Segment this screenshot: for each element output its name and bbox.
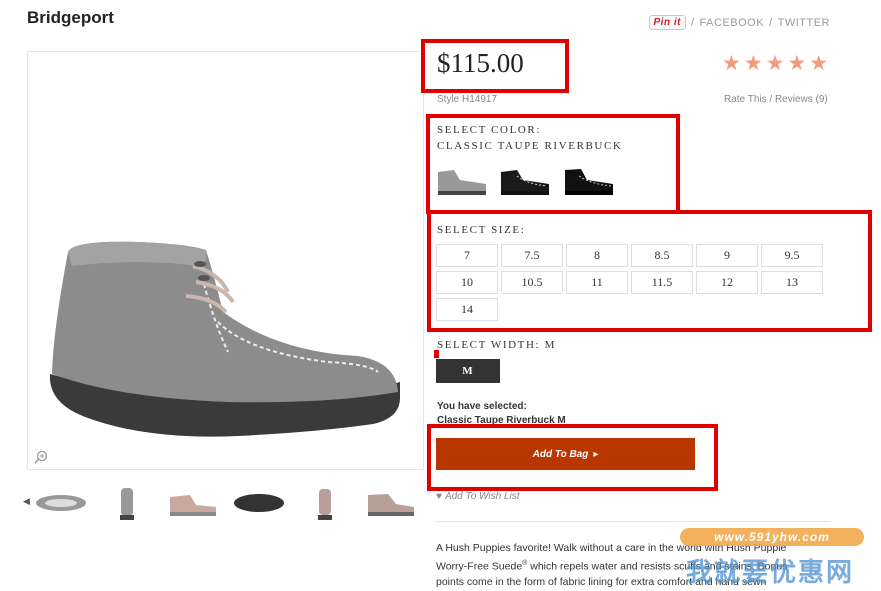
highlight-box-color bbox=[426, 114, 680, 214]
reviews-link[interactable]: Rate This / Reviews (9) bbox=[724, 94, 828, 105]
width-label-text: SELECT WIDTH: bbox=[437, 339, 541, 351]
facebook-link[interactable]: FACEBOOK bbox=[700, 17, 765, 29]
style-number: Style H14917 bbox=[437, 94, 498, 105]
share-separator: / bbox=[769, 16, 773, 29]
watermark-url: www.591yhw.com bbox=[680, 528, 864, 546]
product-title: Bridgeport bbox=[27, 8, 114, 27]
twitter-link[interactable]: TWITTER bbox=[778, 17, 830, 29]
thumbnail-inner-side[interactable] bbox=[361, 483, 421, 523]
width-selected-value: M bbox=[544, 339, 556, 351]
rating-stars[interactable]: ★★★★★ bbox=[722, 51, 831, 76]
pinterest-button[interactable]: Pin it bbox=[648, 15, 686, 30]
thumbnail-front[interactable] bbox=[97, 483, 157, 523]
thumbnail-back[interactable] bbox=[295, 483, 355, 523]
select-width-label: SELECT WIDTH: M bbox=[437, 339, 556, 351]
divider bbox=[436, 521, 831, 522]
share-bar: Pin it / FACEBOOK / TWITTER bbox=[648, 15, 831, 30]
thumbnail-sole[interactable] bbox=[229, 483, 289, 523]
main-product-image[interactable] bbox=[27, 51, 424, 470]
wishlist-label: Add To Wish List bbox=[444, 491, 520, 502]
selection-label: You have selected: bbox=[437, 401, 527, 412]
thumbnail-top[interactable] bbox=[31, 483, 91, 523]
highlight-box-bag bbox=[427, 424, 718, 491]
zoom-icon[interactable] bbox=[34, 450, 48, 464]
highlight-box-price bbox=[421, 39, 569, 93]
thumbnail-strip: ◀ bbox=[23, 483, 423, 523]
share-separator: / bbox=[690, 16, 695, 29]
heart-icon: ♥ bbox=[436, 491, 442, 502]
width-option-m[interactable]: M bbox=[436, 359, 500, 383]
watermark-text: 我就要优惠网 bbox=[686, 557, 855, 587]
width-marker bbox=[434, 350, 439, 358]
shoe-image bbox=[49, 241, 401, 437]
wishlist-link[interactable]: ♥ Add To Wish List bbox=[436, 491, 520, 502]
chevron-left-icon[interactable]: ◀ bbox=[23, 496, 30, 507]
highlight-box-size bbox=[427, 210, 872, 332]
thumbnail-side[interactable] bbox=[163, 483, 223, 523]
